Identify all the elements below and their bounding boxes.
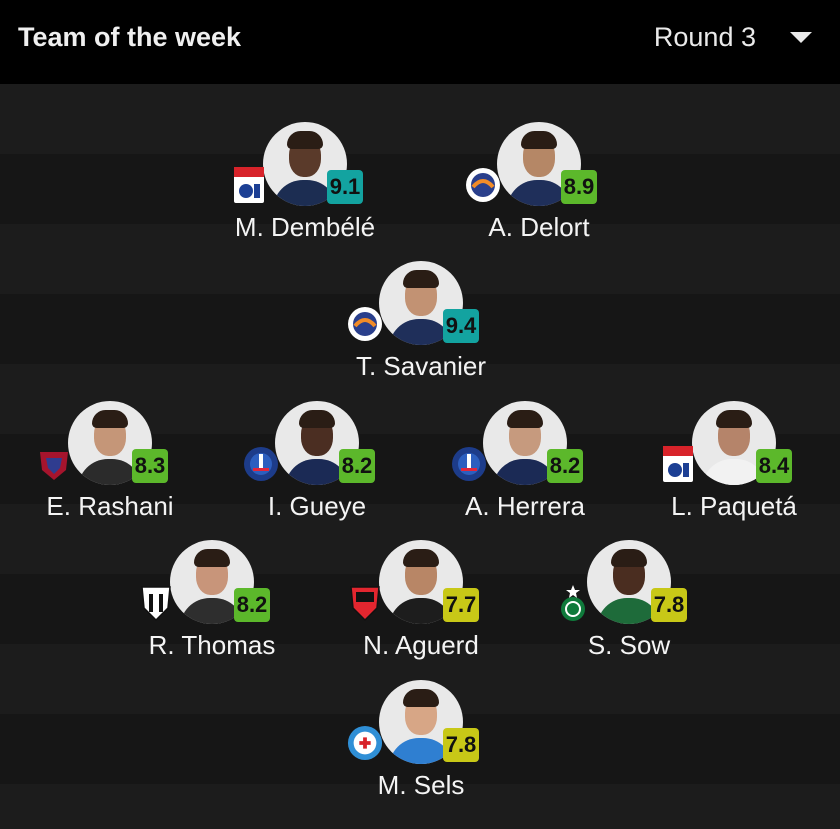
lyon-crest-icon xyxy=(231,166,267,204)
page-title: Team of the week xyxy=(18,22,242,52)
player-name: L. Paquetá xyxy=(671,491,797,521)
player-rating-badge: 7.7 xyxy=(443,588,479,622)
player-name: I. Gueye xyxy=(267,491,367,521)
clermont-crest-icon xyxy=(36,445,72,483)
player-name: T. Savanier xyxy=(355,351,487,381)
player-card[interactable]: 9.1 M. Dembélé xyxy=(195,122,415,262)
rennes-crest-icon xyxy=(347,584,383,622)
lyon-crest-icon xyxy=(660,445,696,483)
player-card[interactable]: 8.9 A. Delort xyxy=(429,122,649,262)
player-name: S. Sow xyxy=(587,630,671,660)
montpellier-crest-icon xyxy=(347,305,383,343)
round-selector-label: Round 3 xyxy=(653,22,756,52)
saint-etienne-crest-icon xyxy=(555,584,591,622)
psg-crest-icon xyxy=(243,445,279,483)
player-rating-badge: 7.8 xyxy=(443,728,479,762)
player-rating-badge: 7.8 xyxy=(651,588,687,622)
player-name: R. Thomas xyxy=(148,630,276,660)
player-card[interactable]: 9.4 T. Savanier xyxy=(311,261,531,401)
player-rating-badge: 9.4 xyxy=(443,309,479,343)
player-name: E. Rashani xyxy=(46,491,174,521)
montpellier-crest-icon xyxy=(465,166,501,204)
angers-crest-icon xyxy=(138,584,174,622)
app-header: Team of the week Round 3 xyxy=(0,0,840,84)
player-card[interactable]: 7.7 N. Aguerd xyxy=(311,540,531,680)
player-rating-badge: 8.2 xyxy=(234,588,270,622)
player-rating-badge: 9.1 xyxy=(327,170,363,204)
player-rating-badge: 8.4 xyxy=(756,449,792,483)
player-card[interactable]: 7.8 M. Sels xyxy=(311,680,531,820)
player-rating-badge: 8.2 xyxy=(339,449,375,483)
player-name: N. Aguerd xyxy=(363,630,479,660)
player-card[interactable]: 8.3 E. Rashani xyxy=(0,401,220,541)
player-rating-badge: 8.3 xyxy=(132,449,168,483)
player-card[interactable]: 7.8 S. Sow xyxy=(519,540,739,680)
strasbourg-crest-icon xyxy=(347,724,383,762)
psg-crest-icon xyxy=(451,445,487,483)
player-card[interactable]: 8.2 I. Gueye xyxy=(207,401,427,541)
formation-pitch: 9.1 M. Dembélé 8.9 A. Delort 9.4 T. Sava… xyxy=(0,84,840,829)
player-name: M. Sels xyxy=(377,770,465,800)
player-name: A. Delort xyxy=(488,212,590,242)
player-rating-badge: 8.2 xyxy=(547,449,583,483)
chevron-down-icon[interactable] xyxy=(790,32,812,43)
player-rating-badge: 8.9 xyxy=(561,170,597,204)
player-name: A. Herrera xyxy=(465,491,585,521)
player-card[interactable]: 8.4 L. Paquetá xyxy=(624,401,840,541)
player-card[interactable]: 8.2 A. Herrera xyxy=(415,401,635,541)
player-card[interactable]: 8.2 R. Thomas xyxy=(102,540,322,680)
player-name: M. Dembélé xyxy=(234,212,376,242)
round-selector[interactable]: Round 3 xyxy=(654,22,812,53)
